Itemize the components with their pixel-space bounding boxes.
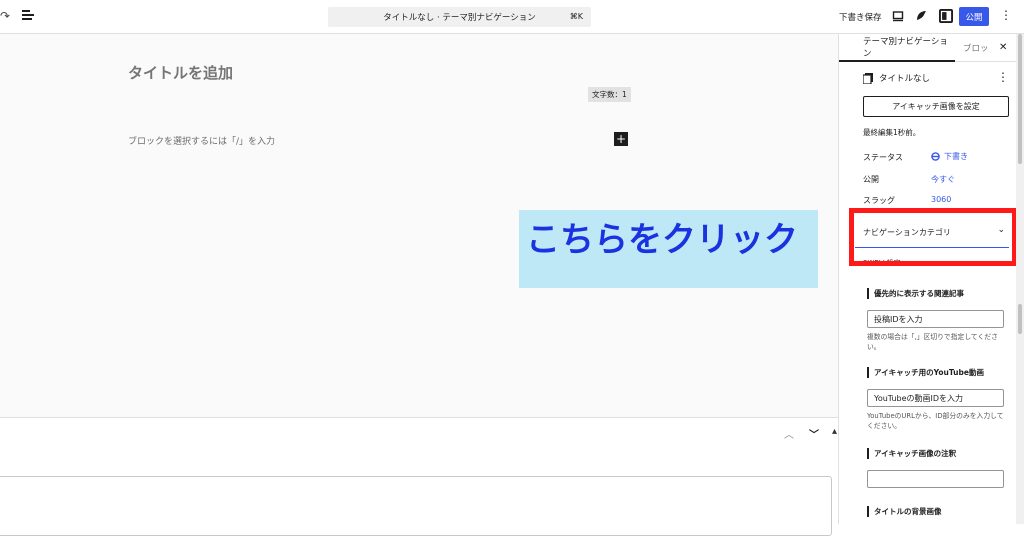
document-actions-icon[interactable]: ⋮ <box>997 70 1009 84</box>
triangle-up-icon[interactable]: ▴ <box>832 426 837 437</box>
settings-sidebar: テーマ別ナビゲーション ブロッ ✕ タイトルなし ⋮ アイキャッチ画像を設定 最… <box>838 34 1016 524</box>
related-posts-help: 複数の場合は「,」区切りで指定してください。 <box>867 333 998 351</box>
style-icon[interactable] <box>915 10 927 22</box>
status-label: ステータス <box>863 153 903 162</box>
click-here-callout: こちらをクリック <box>526 220 798 260</box>
meta-box <box>0 476 832 536</box>
editor-canvas: タイトルを追加 文字数：1 ブロックを選択するには「/」を入力 + こちらをクリ… <box>0 34 838 417</box>
list-view-icon[interactable] <box>22 10 34 20</box>
publish-button[interactable]: 公開 <box>959 7 989 26</box>
block-placeholder[interactable]: ブロックを選択するには「/」を入力 <box>128 134 275 147</box>
sidebar-tabs: テーマ別ナビゲーション ブロッ ✕ <box>839 34 1016 62</box>
preview-icon[interactable] <box>892 10 904 22</box>
document-title: タイトルなし <box>879 74 931 84</box>
highlight-frame <box>849 208 1016 266</box>
meta-boxes-area: ︿ ﹀ ▴ <box>0 417 838 536</box>
command-shortcut: ⌘K <box>569 12 583 21</box>
settings-sidebar-icon[interactable] <box>939 9 953 23</box>
featured-caption-label: アイキャッチ画像の注釈 <box>867 448 956 459</box>
draft-status-icon <box>931 152 940 161</box>
chevron-up-icon[interactable]: ︿ <box>784 426 794 441</box>
related-posts-input[interactable]: 投稿IDを入力 <box>867 310 1004 328</box>
status-value-text: 下書き <box>944 152 968 161</box>
save-draft-button[interactable]: 下書き保存 <box>839 11 882 23</box>
youtube-help: YouTubeのURLから、ID部分のみを入力してください。 <box>867 412 1004 430</box>
set-featured-image-button[interactable]: アイキャッチ画像を設定 <box>863 96 1009 117</box>
featured-caption-input[interactable] <box>867 470 1004 488</box>
chevron-down-icon[interactable]: ﹀ <box>809 426 819 441</box>
youtube-label: アイキャッチ用のYouTube動画 <box>867 367 984 378</box>
related-posts-label: 優先的に表示する関連記事 <box>867 288 964 299</box>
redo-icon[interactable]: ↷ <box>0 9 10 23</box>
title-background-label: タイトルの背景画像 <box>867 506 942 517</box>
command-palette-button[interactable]: タイトルなし · テーマ別ナビゲーション ⌘K <box>328 7 591 27</box>
scrollbar-thumb[interactable] <box>1018 34 1022 164</box>
last-edited-text: 最終編集1秒前。 <box>863 128 921 137</box>
command-title: タイトルなし · テーマ別ナビゲーション <box>383 13 536 23</box>
youtube-input[interactable]: YouTubeの動画IDを入力 <box>867 389 1004 407</box>
add-block-button[interactable]: + <box>614 132 628 146</box>
post-title-input[interactable]: タイトルを追加 <box>128 62 233 83</box>
slug-value[interactable]: 3060 <box>931 195 951 204</box>
more-options-icon[interactable]: ⋮ <box>1000 9 1012 21</box>
publish-label: 公開 <box>863 175 879 184</box>
sidebar-scrollbar-thumb[interactable] <box>1018 304 1022 334</box>
tab-theme-navigation[interactable]: テーマ別ナビゲーション <box>839 34 955 62</box>
document-summary: タイトルなし <box>863 72 930 84</box>
publish-value[interactable]: 今すぐ <box>931 174 955 185</box>
editor-header: ↷ タイトルなし · テーマ別ナビゲーション ⌘K 下書き保存 公開 ⋮ <box>0 0 1024 34</box>
word-count-badge: 文字数：1 <box>588 87 631 102</box>
tab-block[interactable]: ブロッ <box>963 34 989 62</box>
close-icon[interactable]: ✕ <box>999 42 1007 53</box>
slug-label: スラッグ <box>863 196 895 205</box>
document-icon <box>863 72 873 84</box>
status-value[interactable]: 下書き <box>931 151 968 162</box>
